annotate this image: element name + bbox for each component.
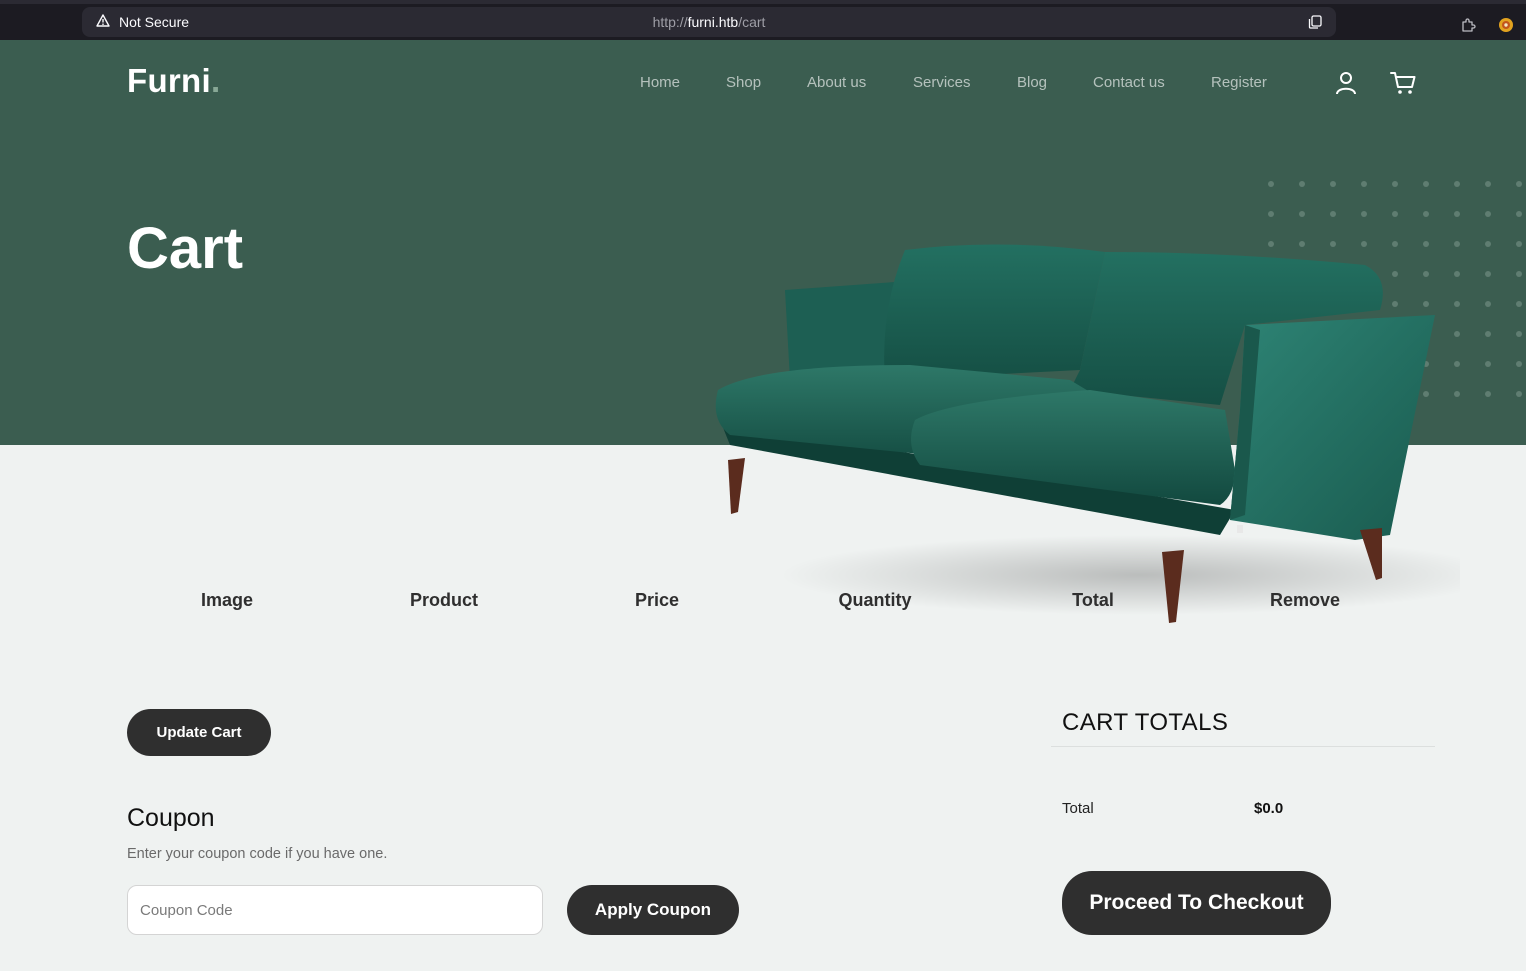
pattern-dot (1299, 211, 1305, 217)
main-nav: Home Shop About us Services Blog Contact… (640, 74, 1267, 91)
sofa-image (715, 244, 1460, 623)
nav-about-us[interactable]: About us (807, 74, 913, 91)
logo-dot: . (210, 62, 221, 99)
pattern-dot (1516, 301, 1522, 307)
pattern-dot (1361, 181, 1367, 187)
address-bar[interactable]: Not Secure http://furni.htb/cart (82, 7, 1336, 37)
nav-register[interactable]: Register (1211, 74, 1267, 91)
pattern-dot (1485, 181, 1491, 187)
pattern-dot (1392, 181, 1398, 187)
pattern-dot (1485, 271, 1491, 277)
pattern-dot (1392, 211, 1398, 217)
pattern-dot (1299, 181, 1305, 187)
coupon-code-input[interactable] (127, 885, 543, 935)
extensions-icon[interactable] (1460, 17, 1476, 38)
totals-divider (1051, 746, 1435, 747)
pattern-dot (1516, 241, 1522, 247)
pattern-dot (1330, 181, 1336, 187)
cart-icon[interactable] (1390, 71, 1416, 100)
pattern-dot (1516, 181, 1522, 187)
nav-services[interactable]: Services (913, 74, 1017, 91)
browser-toolbar: Not Secure http://furni.htb/cart (0, 0, 1526, 40)
column-header-price: Price (634, 590, 680, 610)
pattern-dot (1516, 391, 1522, 397)
pattern-dot (1485, 211, 1491, 217)
url-path: /cart (738, 14, 766, 30)
pattern-dot (1516, 331, 1522, 337)
addon-icon[interactable] (1498, 17, 1514, 38)
coupon-heading: Coupon (127, 804, 215, 832)
cart-table-header: Image Product Price Quantity Total Remov… (0, 590, 1526, 614)
column-header-product: Product (409, 590, 479, 610)
nav-blog[interactable]: Blog (1017, 74, 1093, 91)
page-title: Cart (127, 216, 244, 281)
pattern-dot (1454, 181, 1460, 187)
pattern-dot (1423, 181, 1429, 187)
coupon-description: Enter your coupon code if you have one. (127, 846, 388, 862)
update-cart-button[interactable]: Update Cart (127, 709, 271, 756)
pattern-dot (1485, 331, 1491, 337)
pattern-dot (1516, 361, 1522, 367)
column-header-remove: Remove (1269, 590, 1341, 610)
user-icon[interactable] (1335, 71, 1357, 100)
total-label: Total (1062, 800, 1094, 817)
nav-shop[interactable]: Shop (726, 74, 807, 91)
pattern-dot (1268, 211, 1274, 217)
apply-coupon-button[interactable]: Apply Coupon (567, 885, 739, 935)
pattern-dot (1423, 211, 1429, 217)
pattern-dot (1454, 211, 1460, 217)
url-scheme: http:// (652, 14, 688, 30)
column-header-image: Image (200, 590, 254, 610)
cart-totals-heading: CART TOTALS (1062, 709, 1229, 736)
site-logo[interactable]: Furni. (127, 62, 220, 100)
column-header-quantity: Quantity (838, 590, 912, 610)
nav-contact-us[interactable]: Contact us (1093, 74, 1211, 91)
reader-view-icon[interactable] (1308, 15, 1322, 34)
logo-text: Furni (127, 62, 211, 99)
pattern-dot (1361, 211, 1367, 217)
pattern-dot (1485, 301, 1491, 307)
pattern-dot (1516, 271, 1522, 277)
url-text[interactable]: http://furni.htb/cart (82, 14, 1336, 30)
pattern-dot (1485, 241, 1491, 247)
pattern-dot (1516, 211, 1522, 217)
pattern-dot (1330, 211, 1336, 217)
proceed-to-checkout-button[interactable]: Proceed To Checkout (1062, 871, 1331, 935)
nav-home[interactable]: Home (640, 74, 726, 91)
total-value: $0.0 (1254, 800, 1284, 817)
pattern-dot (1485, 361, 1491, 367)
url-host: furni.htb (687, 14, 739, 30)
column-header-total: Total (1072, 590, 1114, 610)
pattern-dot (1268, 181, 1274, 187)
pattern-dot (1485, 391, 1491, 397)
